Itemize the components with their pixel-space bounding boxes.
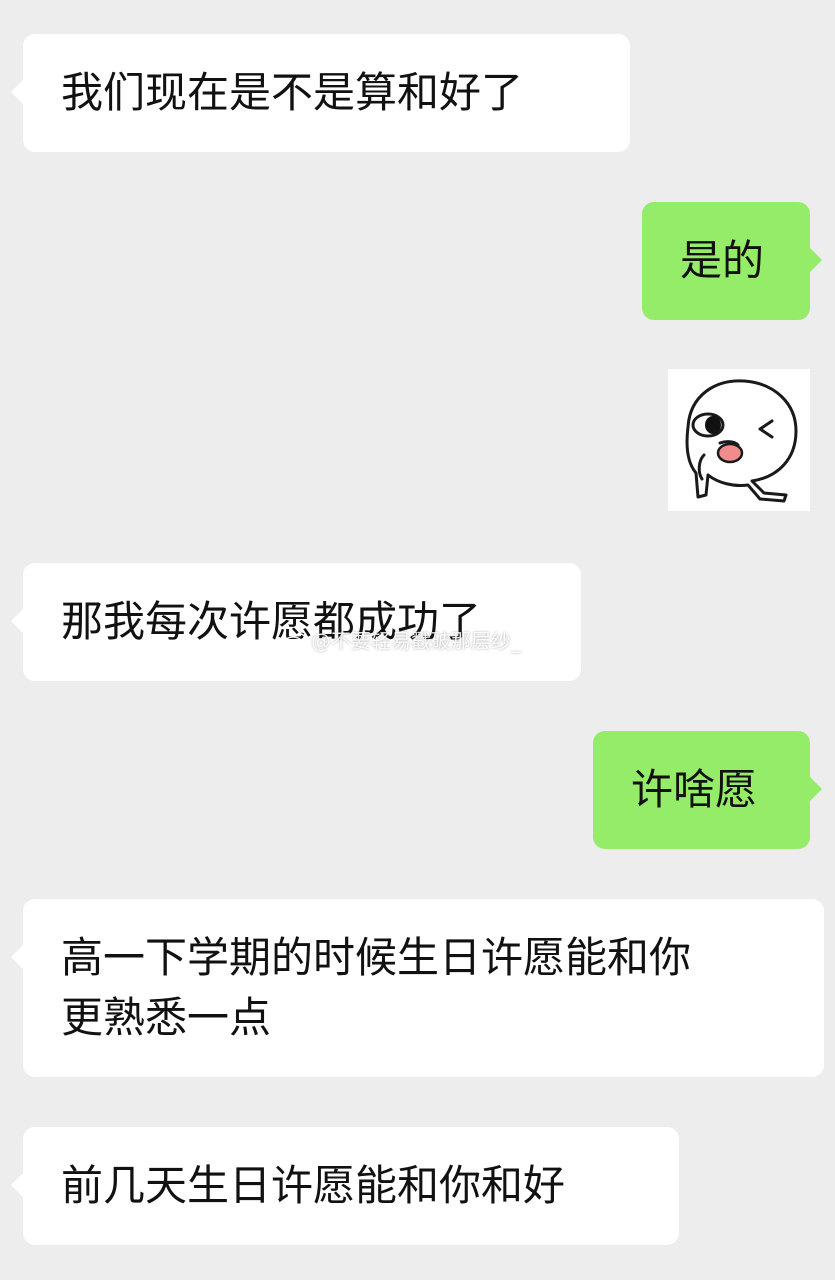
watermark-text: @不要轻易戳破那层纱_	[311, 629, 521, 653]
message-text-line: 高一下学期的时候生日许愿能和你	[61, 933, 692, 982]
message-text: 许啥愿	[631, 765, 758, 814]
bubble-tail	[11, 609, 23, 633]
message-text: 我们现在是不是算和好了	[61, 68, 524, 117]
bubble-tail	[11, 1173, 23, 1197]
message-bubble-incoming[interactable]: 我们现在是不是算和好了	[11, 34, 630, 152]
message-text: 是的	[680, 236, 765, 285]
weibo-icon	[283, 633, 306, 650]
message-text: 前几天生日许愿能和你和好	[61, 1161, 566, 1210]
bubble-tail	[11, 945, 23, 969]
bubble-tail	[810, 248, 822, 272]
message-bubble-incoming[interactable]: 前几天生日许愿能和你和好	[11, 1127, 679, 1245]
sticker-icon	[685, 379, 798, 503]
bubble-tail	[11, 80, 23, 104]
message-bubble-outgoing[interactable]: 许啥愿	[593, 731, 822, 849]
weibo-watermark: @不要轻易戳破那层纱_	[283, 627, 521, 655]
bubble-tail	[810, 777, 822, 801]
message-bubble-incoming[interactable]: 那我每次许愿都成功了	[11, 563, 581, 681]
message-bubble-incoming[interactable]: 高一下学期的时候生日许愿能和你 更熟悉一点	[11, 899, 824, 1077]
message-text-line: 更熟悉一点	[61, 993, 272, 1042]
message-bubble-outgoing[interactable]: 是的	[642, 202, 822, 320]
winking-face-tongue-out-sticker[interactable]	[668, 369, 810, 511]
